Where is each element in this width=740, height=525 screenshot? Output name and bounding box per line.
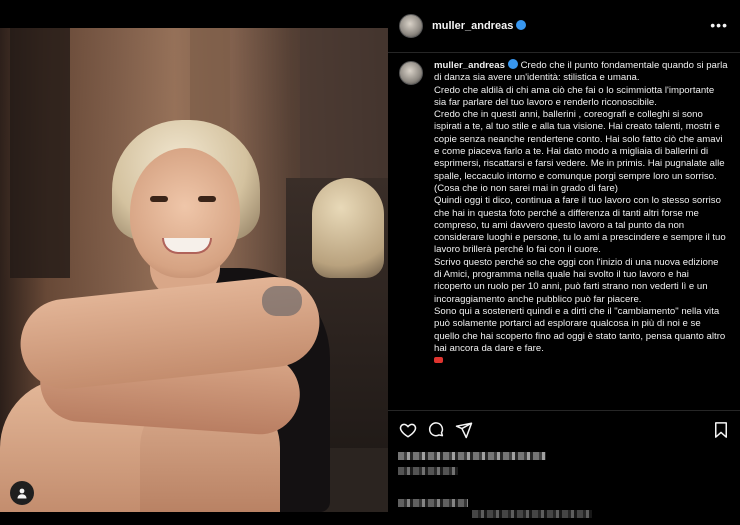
- caption-paragraph: Sono qui a sostenerti quindi e a dirti c…: [434, 305, 726, 354]
- verified-badge-icon: [516, 20, 527, 30]
- caption-paragraph: Scrivo questo perché so che oggi con l'i…: [434, 256, 719, 305]
- comment-icon[interactable]: [427, 421, 445, 439]
- post-photo[interactable]: [0, 28, 388, 512]
- verified-badge-icon: [507, 59, 518, 69]
- caption-avatar[interactable]: [399, 61, 423, 85]
- heart-icon[interactable]: [399, 421, 417, 439]
- action-bar: [388, 411, 740, 449]
- emoji-icon: [434, 357, 443, 364]
- instagram-post-window: muller_andreas ••• muller_andreas Credo …: [0, 0, 740, 525]
- more-icon[interactable]: •••: [710, 17, 728, 33]
- avatar[interactable]: [399, 14, 423, 38]
- caption-username[interactable]: muller_andreas: [434, 60, 505, 71]
- caption-paragraph: Credo che in questi anni, ballerini , co…: [434, 109, 725, 194]
- caption-area: muller_andreas Credo che il punto fondam…: [388, 53, 740, 411]
- share-icon[interactable]: [455, 421, 473, 439]
- post-header: muller_andreas •••: [388, 0, 740, 53]
- bookmark-icon[interactable]: [712, 421, 730, 439]
- caption-text: muller_andreas Credo che il punto fondam…: [434, 59, 728, 367]
- caption-paragraph: Quindi oggi ti dico, continua a fare il …: [434, 195, 726, 256]
- caption-paragraph: Credo che aldilà di chi ama ciò che fai …: [434, 84, 715, 108]
- tagged-user-icon[interactable]: [10, 481, 34, 505]
- header-username[interactable]: muller_andreas: [432, 20, 513, 32]
